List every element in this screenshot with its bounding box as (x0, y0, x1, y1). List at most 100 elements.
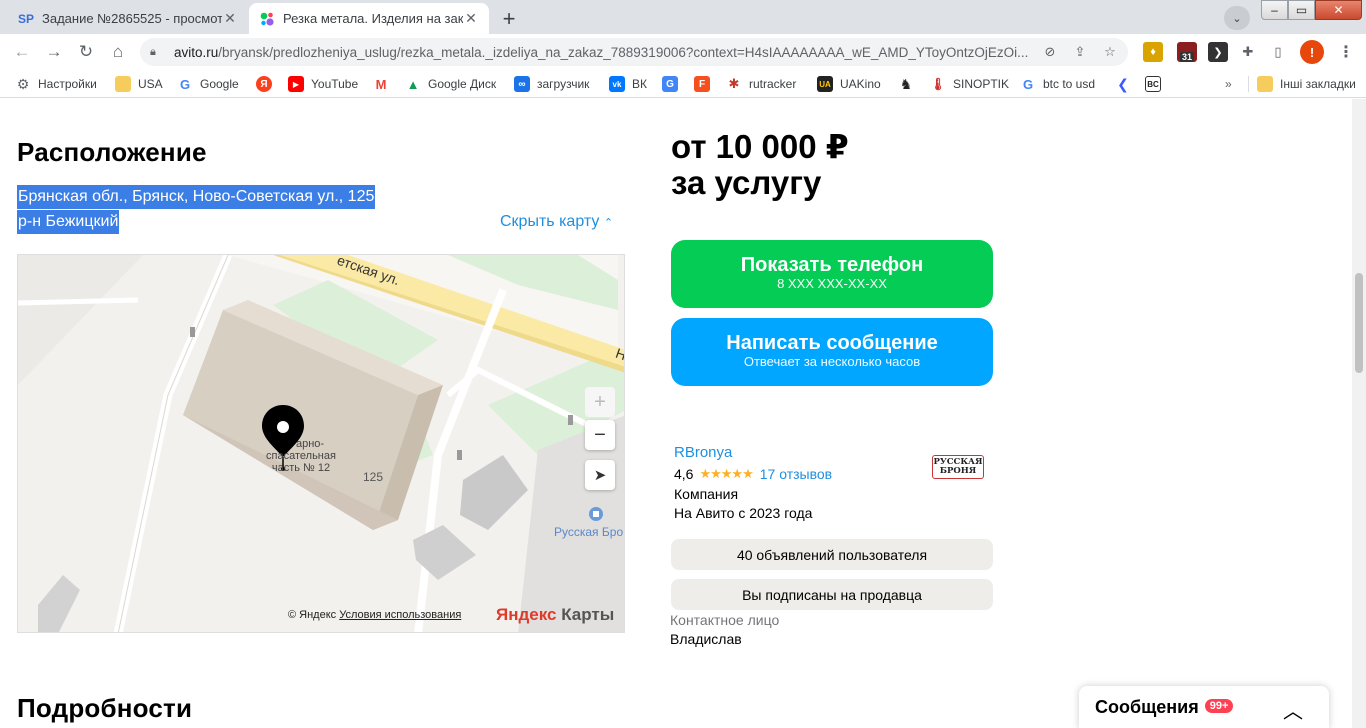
bc-icon: BC (1145, 76, 1161, 92)
seller-name-link[interactable]: RBronya (674, 444, 732, 461)
window-close-button[interactable]: ✕ (1315, 0, 1362, 20)
location-heading: Расположение (17, 137, 207, 167)
tab-title: Задание №2865525 - просмотр (42, 11, 222, 26)
side-panel-icon[interactable]: ▯ (1270, 44, 1286, 60)
profile-avatar[interactable]: ! (1300, 40, 1324, 64)
bookmark-chess[interactable]: ♞ (898, 74, 921, 94)
new-tab-button[interactable]: + (495, 5, 523, 33)
bookmark-arrow[interactable]: ❮ (1115, 74, 1138, 94)
address-line: Брянская обл., Брянск, Ново-Советская ул… (17, 185, 376, 209)
share-icon[interactable]: ⇪ (1072, 44, 1088, 60)
write-message-button[interactable]: Написать сообщение Отвечает за несколько… (671, 318, 993, 386)
seller-logo[interactable]: РУССКАЯ БРОНЯ (932, 455, 984, 479)
close-tab-icon[interactable]: ✕ (463, 10, 479, 27)
zoom-in-button[interactable]: + (585, 387, 615, 417)
back-arrow-icon[interactable]: ← (8, 38, 36, 66)
avito-favicon-icon (259, 11, 275, 27)
gear-icon: ⚙ (16, 75, 30, 92)
house-number-label: 125 (363, 470, 384, 484)
menu-kebab-icon[interactable]: ⋮ (1334, 40, 1358, 64)
bookmark-drive[interactable]: ▲ Google Диск (405, 74, 497, 94)
extension-shield-icon[interactable]: ♦ (1143, 42, 1163, 62)
bookmark-gmail[interactable]: M (373, 74, 396, 94)
tab-task[interactable]: SP Задание №2865525 - просмотр ✕ (8, 3, 248, 34)
youtube-icon: ▶ (288, 76, 304, 92)
bookmarks-bar: ⚙ Настройки USA G Google Я ▶ YouTube M ▲ Goo… (0, 70, 1366, 98)
close-tab-icon[interactable]: ✕ (222, 10, 238, 27)
bookmark-usa[interactable]: USA (115, 74, 163, 94)
map[interactable]: етская ул. Н арно- спасательная часть № … (17, 254, 625, 633)
zoom-out-button[interactable]: − (585, 420, 615, 450)
loader-icon: ∞ (514, 76, 530, 92)
blocked-icon[interactable]: ⊘ (1042, 44, 1058, 60)
bookmark-separator (1248, 76, 1249, 92)
bookmark-btc[interactable]: Gbtc to usd (1020, 74, 1095, 94)
bookmark-f[interactable]: F (694, 74, 717, 94)
window-minimize-button[interactable]: – (1261, 0, 1288, 20)
folder-icon (115, 76, 131, 92)
google-icon: G (1022, 76, 1034, 92)
bookmark-loader[interactable]: ∞ загрузчик (514, 74, 589, 94)
show-phone-button[interactable]: Показать телефон 8 XXX XXX-XX-XX (671, 240, 993, 308)
yandex-maps-logo[interactable]: Яндекс Карты (496, 605, 614, 625)
bookmarks-overflow-icon[interactable]: » (1225, 74, 1232, 94)
browser-toolbar: ← → ↻ ⌂ 🔒︎ avito.ru/bryansk/predlozheniy… (0, 34, 1366, 70)
reviews-link[interactable]: 17 отзывов (760, 466, 832, 482)
seller-rating: 4,6 ★★★★★ 17 отзывов (674, 466, 833, 482)
chevron-up-icon: ⌃ (603, 217, 614, 229)
bookmark-translate[interactable]: G (662, 74, 685, 94)
thermometer-icon: 🌡︎ (930, 77, 946, 91)
uakino-icon: UA (817, 76, 833, 92)
bookmark-star-icon[interactable]: ☆ (1102, 44, 1118, 60)
bookmark-other[interactable]: Інші закладки (1257, 74, 1356, 94)
forward-arrow-icon[interactable]: → (40, 38, 68, 66)
poi-label: арно- спасательная часть № 12 (266, 438, 336, 474)
bookmark-rutracker[interactable]: ✱ rutracker (726, 74, 797, 94)
shop-label: Русская Бро (554, 525, 624, 539)
tab-bar: SP Задание №2865525 - просмотр ✕ Резка м… (0, 0, 1366, 34)
scrollbar-thumb[interactable] (1355, 273, 1363, 373)
url-host: avito.ru (174, 44, 219, 60)
bookmark-google[interactable]: G Google (177, 74, 239, 94)
tab-avito[interactable]: Резка метала. Изделия на заказ ✕ (249, 3, 489, 34)
user-ads-button[interactable]: 40 объявлений пользователя (671, 539, 993, 570)
map-terms-link[interactable]: Условия использования (339, 609, 461, 621)
price: от 10 000 ₽ за услугу (671, 128, 849, 201)
extension-calendar-icon[interactable]: 31 (1177, 42, 1197, 62)
extension-arrow-icon[interactable]: ❯ (1208, 42, 1228, 62)
lock-icon: 🔒︎ (150, 45, 156, 58)
arrow-icon: ❮ (1117, 75, 1129, 92)
page-scrollbar[interactable] (1352, 99, 1366, 728)
f-icon: F (694, 76, 710, 92)
chevron-up-icon[interactable]: ︿ (1283, 695, 1303, 724)
map-copyright: © Яндекс Условия использования (288, 609, 462, 621)
hide-map-link[interactable]: Скрыть карту ⌃ (500, 213, 613, 231)
extensions-puzzle-icon[interactable]: ✚ (1240, 44, 1256, 60)
messenger-widget[interactable]: Сообщения 99+ ︿ (1079, 686, 1329, 728)
sp-favicon-icon: SP (18, 11, 35, 26)
bookmark-youtube[interactable]: ▶ YouTube (288, 74, 358, 94)
yandex-icon: Я (256, 76, 272, 92)
vk-icon: vk (609, 76, 625, 92)
bookmark-yandex[interactable]: Я (256, 74, 279, 94)
contact-name: Владислав (670, 631, 742, 647)
subscribed-button[interactable]: Вы подписаны на продавца (671, 579, 993, 610)
bookmark-sinoptik[interactable]: 🌡︎ SINOPTIK (930, 74, 1009, 94)
folder-icon (1257, 76, 1273, 92)
bookmark-settings[interactable]: ⚙ Настройки (15, 74, 97, 94)
google-icon: G (179, 76, 191, 92)
home-icon[interactable]: ⌂ (104, 38, 132, 66)
window-maximize-button[interactable]: ▭ (1288, 0, 1315, 20)
bookmark-bc[interactable]: BC (1145, 74, 1168, 94)
locate-arrow-icon[interactable]: ➤ (585, 460, 615, 490)
details-heading: Подробности (17, 693, 193, 723)
bookmark-vk[interactable]: vk ВК (609, 74, 647, 94)
tab-search-chevron-icon[interactable]: ⌄ (1224, 6, 1250, 30)
messenger-label: Сообщения (1095, 697, 1199, 717)
tab-title: Резка метала. Изделия на заказ (283, 11, 463, 26)
reload-icon[interactable]: ↻ (72, 38, 100, 66)
translate-icon: G (662, 76, 678, 92)
address-bar[interactable]: 🔒︎ avito.ru/bryansk/predlozheniya_uslug/… (140, 38, 1128, 66)
url-path: /bryansk/predlozheniya_uslug/rezka_metal… (218, 44, 1029, 60)
bookmark-uakino[interactable]: UA UAKino (817, 74, 881, 94)
